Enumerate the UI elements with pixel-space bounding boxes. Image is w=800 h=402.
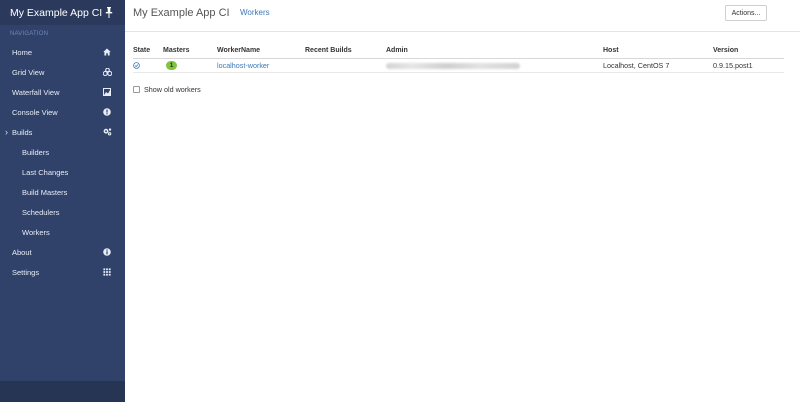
exclamation-circle-icon — [103, 108, 111, 116]
cell-admin — [386, 58, 603, 73]
sidebar-item-label: Home — [12, 47, 33, 57]
top-bar: My Example App CI Workers Actions... — [125, 0, 800, 32]
area-chart-icon — [103, 88, 111, 96]
grid-icon — [103, 268, 111, 276]
sidebar-item-settings[interactable]: Settings — [0, 262, 125, 282]
sidebar-header: My Example App CI — [0, 0, 125, 25]
masters-count-badge[interactable]: 1 — [166, 61, 177, 70]
sidebar-item-label: Waterfall View — [12, 87, 60, 97]
show-old-workers-toggle[interactable]: Show old workers — [133, 85, 201, 94]
cogs-icon — [103, 128, 112, 136]
sidebar-item-schedulers[interactable]: Schedulers — [0, 202, 125, 222]
breadcrumb-workers[interactable]: Workers — [240, 8, 270, 17]
sidebar-item-build-masters[interactable]: Build Masters — [0, 182, 125, 202]
sidebar-item-grid-view[interactable]: Grid View — [0, 62, 125, 82]
nav-section-label: NAVIGATION — [10, 31, 49, 37]
sidebar-item-builds[interactable]: › Builds — [0, 122, 125, 142]
cell-version: 0.9.15.post1 — [713, 58, 784, 73]
sidebar-footer — [0, 381, 125, 402]
sidebar-item-label: Last Changes — [22, 167, 69, 177]
sidebar-item-last-changes[interactable]: Last Changes — [0, 162, 125, 182]
cell-masters: 1 — [163, 58, 217, 73]
sidebar-item-about[interactable]: About — [0, 242, 125, 262]
cubes-icon — [103, 68, 112, 76]
chevron-right-icon: › — [5, 127, 8, 137]
actions-button[interactable]: Actions... — [725, 5, 767, 21]
col-header-state[interactable]: State — [133, 43, 163, 59]
check-circle-icon — [133, 62, 140, 69]
app-title[interactable]: My Example App CI — [10, 7, 102, 19]
sidebar-item-label: Workers — [22, 227, 50, 237]
sidebar: My Example App CI NAVIGATION Home Grid V… — [0, 0, 125, 402]
sidebar-item-builders[interactable]: Builders — [0, 142, 125, 162]
sidebar-item-console-view[interactable]: Console View — [0, 102, 125, 122]
worker-name-link[interactable]: localhost-worker — [217, 61, 269, 70]
sidebar-item-label: Console View — [12, 107, 58, 117]
info-circle-icon — [103, 248, 111, 256]
show-old-workers-label[interactable]: Show old workers — [144, 85, 201, 94]
col-header-recent-builds[interactable]: Recent Builds — [305, 43, 386, 59]
home-icon — [103, 48, 111, 56]
sidebar-item-label: Builds — [12, 127, 33, 137]
sidebar-item-label: Settings — [12, 267, 40, 277]
sidebar-item-label: About — [12, 247, 32, 257]
col-header-host[interactable]: Host — [603, 43, 713, 59]
cell-state — [133, 58, 163, 73]
table-row: 1 localhost-worker Localhost, CentOS 7 0… — [133, 58, 784, 73]
sidebar-item-workers[interactable]: Workers — [0, 222, 125, 242]
workers-table: State Masters WorkerName Recent Builds A… — [133, 43, 784, 73]
cell-worker-name: localhost-worker — [217, 58, 305, 73]
col-header-version[interactable]: Version — [713, 43, 784, 59]
sidebar-item-label: Builders — [22, 147, 50, 157]
pin-icon[interactable] — [105, 7, 113, 18]
col-header-workername[interactable]: WorkerName — [217, 43, 305, 59]
sidebar-item-label: Schedulers — [22, 207, 60, 217]
page-app-title: My Example App CI — [133, 7, 230, 19]
cell-host: Localhost, CentOS 7 — [603, 58, 713, 73]
sidebar-item-home[interactable]: Home — [0, 42, 125, 62]
col-header-admin[interactable]: Admin — [386, 43, 603, 59]
cell-recent-builds — [305, 58, 386, 73]
sidebar-item-waterfall-view[interactable]: Waterfall View — [0, 82, 125, 102]
col-header-masters[interactable]: Masters — [163, 43, 217, 59]
show-old-workers-checkbox[interactable] — [133, 86, 140, 93]
sidebar-item-label: Grid View — [12, 67, 45, 77]
table-header-row: State Masters WorkerName Recent Builds A… — [133, 43, 784, 59]
admin-redacted — [386, 62, 520, 69]
sidebar-item-label: Build Masters — [22, 187, 68, 197]
